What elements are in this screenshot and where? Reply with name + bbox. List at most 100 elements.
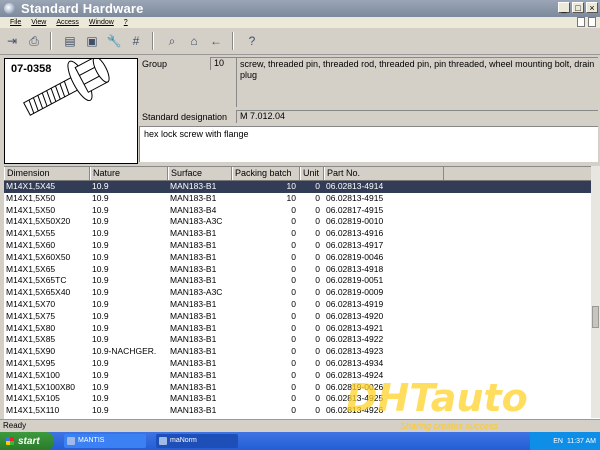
- table-row[interactable]: M14X1,5X110 10.9 MAN183-B1 0 0 06.02813-4926: [4, 405, 600, 417]
- home-icon[interactable]: ⌂: [184, 31, 204, 51]
- table-cell: 06.02813-4924: [326, 369, 384, 380]
- table-cell: 10.9: [92, 239, 109, 250]
- table-row[interactable]: M14X1,5X60X50 10.9 MAN183-B1 0 0 06.02819-004…: [4, 252, 600, 264]
- table-row[interactable]: M14X1,5X95 10.9 MAN183-B1 0 0 06.02813-4934: [4, 358, 600, 370]
- exit-icon[interactable]: ⇥: [2, 31, 22, 51]
- table-cell: MAN183-B1: [170, 275, 217, 286]
- table-row[interactable]: M14X1,5X105 10.9 MAN183-B1 0 0 06.02813-4925: [4, 393, 600, 405]
- table-header: Dimension Nature Surface Packing batch U…: [4, 167, 600, 181]
- table-cell: 10.9: [92, 263, 109, 274]
- table-cell: 06.02819-0046: [326, 251, 384, 262]
- table-row[interactable]: M14X1,5X90 10.9-NACHGER. MAN183-B1 0 0 06.028…: [4, 346, 600, 358]
- table-cell: 0: [315, 275, 320, 286]
- table-cell: MAN183-A3C: [170, 216, 223, 227]
- back-arrow-icon[interactable]: ←: [206, 31, 226, 51]
- wrench-icon[interactable]: 🔧: [104, 31, 124, 51]
- toolbar-separator: [152, 32, 154, 50]
- table-cell: MAN183-B1: [170, 369, 217, 380]
- table-cell: 06.02813-4914: [326, 181, 384, 191]
- table-row[interactable]: M14X1,5X85 10.9 MAN183-B1 0 0 06.02813-4922: [4, 334, 600, 346]
- table-cell: M14X1,5X100X80: [6, 381, 75, 392]
- search-icon[interactable]: ⌕: [162, 31, 182, 51]
- table-row[interactable]: M14X1,5X75 10.9 MAN183-B1 0 0 06.02813-4920: [4, 311, 600, 323]
- minimize-button[interactable]: _: [558, 2, 570, 13]
- column-surface[interactable]: Surface: [168, 167, 232, 180]
- table-cell: M14X1,5X110: [6, 405, 60, 416]
- table-cell: 06.02813-4920: [326, 310, 384, 321]
- table-body: M14X1,5X45 10.9 MAN183-B1 10 0 06.02813-4914 M…: [4, 181, 600, 417]
- table-row[interactable]: M14X1,5X50 10.9 MAN183-B1 10 0 06.02813-4915: [4, 193, 600, 205]
- table-cell: 10.9: [92, 181, 109, 191]
- menu-file[interactable]: File: [10, 19, 21, 26]
- table-cell: 0: [315, 310, 320, 321]
- document-close-icon[interactable]: [588, 17, 596, 27]
- table-cell: M14X1,5X45: [6, 181, 56, 191]
- close-button[interactable]: ×: [586, 2, 598, 13]
- column-nature[interactable]: Nature: [90, 167, 168, 180]
- group-number-field: 10: [210, 57, 238, 70]
- table-cell: 06.02813-4917: [326, 239, 384, 250]
- table-row[interactable]: M14X1,5X60 10.9 MAN183-B1 0 0 06.02813-4917: [4, 240, 600, 252]
- table-cell: MAN183-B1: [170, 334, 217, 345]
- details-icon[interactable]: ▣: [82, 31, 102, 51]
- table-cell: MAN183-B1: [170, 181, 217, 191]
- start-button[interactable]: start: [0, 432, 54, 450]
- table-cell: 0: [291, 204, 296, 215]
- scrollbar-thumb[interactable]: [592, 306, 599, 328]
- table-cell: MAN183-B1: [170, 298, 217, 309]
- table-cell: 06.02819-0026: [326, 381, 384, 392]
- menu-view[interactable]: View: [31, 19, 46, 26]
- column-dimension[interactable]: Dimension: [4, 167, 90, 180]
- table-row[interactable]: M14X1,5X65X40 10.9 MAN183-A3C 0 0 06.02819-00…: [4, 287, 600, 299]
- column-part-no[interactable]: Part No.: [324, 167, 444, 180]
- table-row[interactable]: M14X1,5X100X80 10.9 MAN183-B1 0 0 06.02819-00…: [4, 382, 600, 394]
- list-view-icon[interactable]: ▤: [60, 31, 80, 51]
- table-cell: 10.9-NACHGER.: [92, 346, 157, 357]
- table-row[interactable]: M14X1,5X65TC 10.9 MAN183-B1 0 0 06.02819-0051: [4, 275, 600, 287]
- taskbar-item-manorm[interactable]: maNorm: [156, 434, 238, 448]
- table-cell: 0: [315, 405, 320, 416]
- table-cell: 10: [286, 192, 296, 203]
- language-indicator[interactable]: EN: [553, 438, 563, 445]
- table-cell: M14X1,5X60X50: [6, 251, 71, 262]
- menu-access[interactable]: Access: [56, 19, 79, 26]
- window-title: Standard Hardware: [21, 1, 144, 16]
- help-icon[interactable]: ?: [242, 31, 262, 51]
- print-icon[interactable]: ⎙: [24, 31, 44, 51]
- menu-window[interactable]: Window: [89, 19, 114, 26]
- maximize-button[interactable]: □: [572, 2, 584, 13]
- table-cell: M14X1,5X105: [6, 393, 60, 404]
- table-cell: MAN183-B1: [170, 251, 217, 262]
- table-cell: 0: [315, 216, 320, 227]
- table-row[interactable]: M14X1,5X50X20 10.9 MAN183-A3C 0 0 06.02819-00…: [4, 216, 600, 228]
- table-cell: 10.9: [92, 287, 109, 298]
- group-description-field: screw, threaded pin, threaded rod, threa…: [236, 57, 598, 107]
- document-icon[interactable]: [577, 17, 585, 27]
- table-cell: MAN183-B4: [170, 204, 217, 215]
- table-scrollbar[interactable]: [591, 166, 600, 418]
- parts-table: Dimension Nature Surface Packing batch U…: [4, 166, 600, 419]
- clock[interactable]: 11:37 AM: [567, 438, 596, 445]
- table-row[interactable]: M14X1,5X65 10.9 MAN183-B1 0 0 06.02813-4918: [4, 264, 600, 276]
- hash-icon[interactable]: #: [126, 31, 146, 51]
- table-cell: MAN183-B1: [170, 357, 217, 368]
- menu-help[interactable]: ?: [124, 19, 128, 26]
- table-cell: 06.02813-4916: [326, 228, 384, 239]
- table-cell: 0: [291, 346, 296, 357]
- table-cell: 0: [315, 369, 320, 380]
- table-row[interactable]: M14X1,5X70 10.9 MAN183-B1 0 0 06.02813-4919: [4, 299, 600, 311]
- table-cell: 0: [291, 357, 296, 368]
- table-row[interactable]: M14X1,5X45 10.9 MAN183-B1 10 0 06.02813-4914: [4, 181, 600, 193]
- table-row[interactable]: M14X1,5X100 10.9 MAN183-B1 0 0 06.02813-4924: [4, 370, 600, 382]
- table-row[interactable]: M14X1,5X80 10.9 MAN183-B1 0 0 06.02813-4921: [4, 323, 600, 335]
- table-cell: 10.9: [92, 322, 109, 333]
- table-row[interactable]: M14X1,5X50 10.9 MAN183-B4 0 0 06.02817-4915: [4, 205, 600, 217]
- table-row[interactable]: M14X1,5X55 10.9 MAN183-B1 0 0 06.02813-4916: [4, 228, 600, 240]
- column-unit[interactable]: Unit: [300, 167, 324, 180]
- column-packing-batch[interactable]: Packing batch: [232, 167, 300, 180]
- table-cell: 0: [315, 251, 320, 262]
- taskbar-item-mantis[interactable]: MANTIS: [64, 434, 146, 448]
- menu-bar: File View Access Window ?: [0, 17, 600, 28]
- table-cell: 06.02813-4923: [326, 346, 384, 357]
- status-text: Ready: [3, 421, 27, 430]
